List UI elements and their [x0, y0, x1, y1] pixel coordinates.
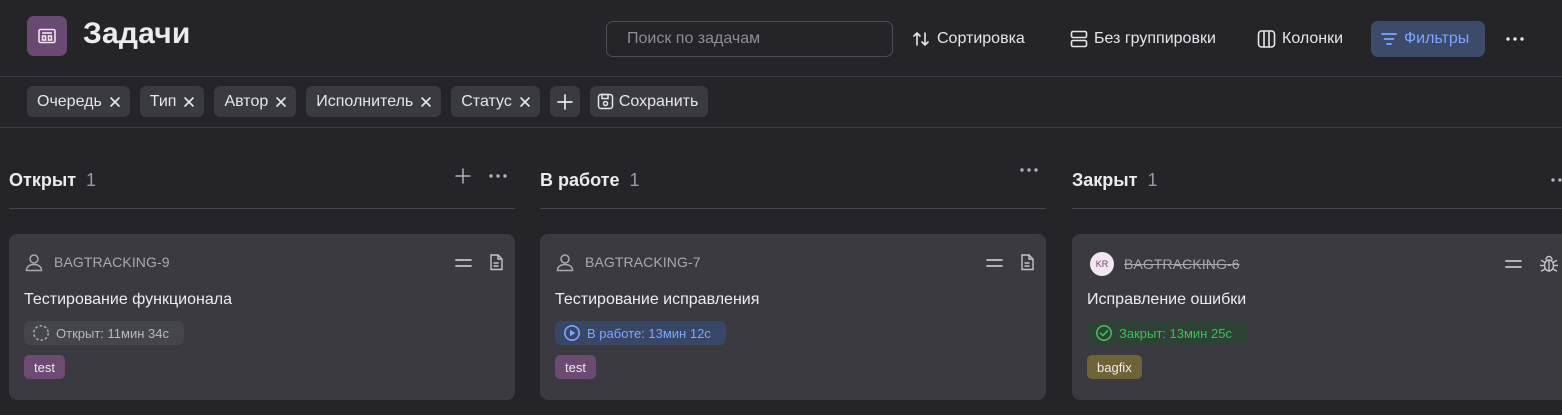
user-icon	[25, 254, 43, 272]
header-divider	[0, 76, 1562, 77]
filters-divider	[0, 127, 1562, 128]
column-header: Закрыт 1	[1072, 160, 1562, 200]
more-horizontal-icon[interactable]	[1503, 27, 1527, 51]
filter-chip-assignee[interactable]: Исполнитель	[306, 86, 442, 117]
status-text: Закрыт: 13мин 25с	[1119, 325, 1232, 341]
task-card[interactable]: BAGTRACKING-9 Тестирование функционала О…	[9, 234, 515, 400]
page-title: Задачи	[83, 17, 191, 50]
close-icon[interactable]	[275, 96, 287, 108]
filter-chip-type[interactable]: Тип	[139, 86, 205, 117]
plus-icon	[556, 93, 573, 110]
status-open-icon	[33, 325, 49, 341]
status-badge: Открыт: 11мин 34с	[24, 321, 184, 345]
column-divider	[9, 208, 515, 209]
column-count: 1	[629, 169, 640, 190]
column-title: В работе	[540, 169, 620, 190]
priority-normal-icon	[1505, 260, 1522, 268]
close-icon[interactable]	[109, 96, 121, 108]
document-icon	[1021, 254, 1034, 271]
document-icon	[490, 254, 503, 271]
status-in-progress-icon	[564, 325, 580, 341]
filters-button[interactable]: Фильтры	[1371, 21, 1486, 57]
status-badge: Закрыт: 13мин 25с	[1087, 321, 1247, 345]
column-open: Открыт 1 BAGTRACKING-9 Тестирование функ…	[9, 160, 515, 400]
board-icon	[27, 16, 67, 56]
filter-chip-label: Статус	[461, 92, 512, 110]
column-header: Открыт 1	[9, 160, 515, 200]
grouping-button[interactable]: Без группировки	[1070, 21, 1216, 57]
tag-badge[interactable]: bagfix	[1087, 355, 1142, 379]
filter-chips: Очередь Тип Автор Исполнитель Статус Сох…	[27, 86, 709, 117]
column-divider	[540, 208, 1046, 209]
filters-label: Фильтры	[1404, 30, 1470, 47]
column-divider	[1072, 208, 1562, 209]
filter-chip-label: Тип	[149, 92, 177, 110]
sort-button[interactable]: Сортировка	[911, 21, 1025, 57]
status-text: В работе: 13мин 12с	[587, 325, 711, 341]
priority-normal-icon	[455, 258, 472, 267]
columns-button[interactable]: Колонки	[1257, 21, 1343, 57]
avatar: KR	[1090, 252, 1114, 276]
header: Задачи Сортировка Без группировки Колонк…	[0, 0, 1562, 76]
columns-label: Колонки	[1282, 30, 1344, 47]
filter-chip-status[interactable]: Статус	[451, 86, 540, 117]
more-horizontal-icon[interactable]	[489, 174, 507, 178]
column-title: Открыт	[9, 169, 77, 190]
bug-icon	[1539, 255, 1559, 272]
status-closed-icon	[1096, 325, 1112, 341]
close-icon[interactable]	[519, 96, 531, 108]
filter-icon	[1381, 33, 1397, 45]
task-key[interactable]: BAGTRACKING-7	[585, 254, 701, 270]
grouping-icon	[1070, 30, 1088, 48]
column-title: Закрыт	[1072, 169, 1138, 190]
more-horizontal-icon[interactable]	[1020, 168, 1038, 172]
grouping-label: Без группировки	[1094, 30, 1216, 47]
task-key[interactable]: BAGTRACKING-9	[54, 254, 170, 270]
search-field[interactable]	[606, 21, 893, 57]
search-input[interactable]	[627, 30, 892, 48]
add-filter-button[interactable]	[549, 86, 580, 117]
more-horizontal-icon[interactable]	[1551, 178, 1562, 182]
filter-chip-queue[interactable]: Очередь	[27, 86, 130, 117]
add-task-icon[interactable]	[455, 168, 471, 184]
task-title[interactable]: Тестирование исправления	[555, 291, 759, 309]
task-title[interactable]: Исправление ошибки	[1087, 291, 1246, 309]
sort-label: Сортировка	[937, 30, 1025, 47]
task-title[interactable]: Тестирование функционала	[24, 291, 232, 309]
status-badge: В работе: 13мин 12с	[555, 321, 726, 345]
filter-chip-label: Очередь	[37, 92, 102, 110]
save-filter-label: Сохранить	[618, 92, 699, 110]
column-closed: Закрыт 1 KR BAGTRACKING-6 Исправление ош…	[1072, 160, 1562, 400]
user-icon	[556, 254, 574, 272]
filter-chip-label: Исполнитель	[316, 92, 414, 110]
tag-badge[interactable]: test	[555, 355, 596, 379]
save-filter-button[interactable]: Сохранить	[589, 86, 709, 117]
close-icon[interactable]	[420, 96, 432, 108]
column-count: 1	[86, 169, 97, 190]
column-header: В работе 1	[540, 160, 1046, 200]
task-key[interactable]: BAGTRACKING-6	[1124, 256, 1240, 272]
sort-icon	[913, 32, 929, 46]
priority-normal-icon	[986, 258, 1003, 267]
column-count: 1	[1147, 169, 1158, 190]
tag-badge[interactable]: test	[24, 355, 65, 379]
column-in-progress: В работе 1 BAGTRACKING-7 Тестирование ис…	[540, 160, 1046, 400]
filter-chip-author[interactable]: Автор	[214, 86, 297, 117]
task-card[interactable]: KR BAGTRACKING-6 Исправление ошибки Закр…	[1072, 234, 1562, 400]
save-icon	[597, 93, 614, 110]
status-text: Открыт: 11мин 34с	[56, 325, 169, 341]
close-icon[interactable]	[183, 96, 195, 108]
columns-icon	[1257, 30, 1276, 48]
filter-chip-label: Автор	[224, 92, 269, 110]
task-card[interactable]: BAGTRACKING-7 Тестирование исправления В…	[540, 234, 1046, 400]
